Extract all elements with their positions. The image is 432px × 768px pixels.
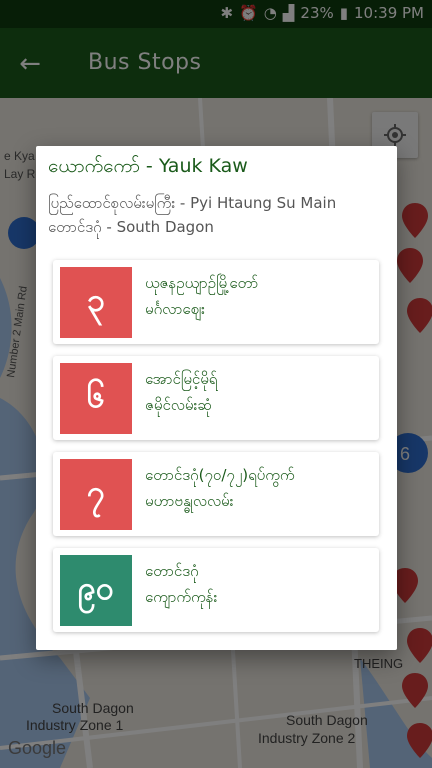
route-card[interactable]: ၆ အောင်မြင့်မိုရ် ဇမိုင်လမ်းဆုံ xyxy=(53,356,379,440)
route-number-badge: ၉၀ xyxy=(60,555,132,626)
route-number-badge: ၃ xyxy=(60,267,132,338)
route-destination: မဟာဗန္ဓုလလမ်း xyxy=(145,492,234,510)
route-card[interactable]: ၉၀ တောင်ဒဂုံ ကျောက်ကုန်း xyxy=(53,548,379,632)
stop-township: တောင်ဒဂုံ - South Dagon xyxy=(48,218,214,236)
route-card[interactable]: ၃ ယုဇနဥယျာဉ်မြို့တော် မင်္ဂလာဈေး xyxy=(53,260,379,344)
route-card[interactable]: ၇ တောင်ဒဂုံ(၇၀/၇၂)ရပ်ကွက် မဟာဗန္ဓုလလမ်း xyxy=(53,452,379,536)
route-destination: ဇမိုင်လမ်းဆုံ xyxy=(145,396,212,414)
route-number-badge: ၇ xyxy=(60,459,132,530)
route-destination: ကျောက်ကုန်း xyxy=(145,588,218,606)
stop-title: ယောက်ကော် - Yauk Kaw xyxy=(48,155,248,177)
route-origin: ယုဇနဥယျာဉ်မြို့တော် xyxy=(145,274,259,292)
route-number-badge: ၆ xyxy=(60,363,132,434)
route-origin: တောင်ဒဂုံ xyxy=(145,562,199,580)
route-destination: မင်္ဂလာဈေး xyxy=(145,300,205,318)
bus-stop-dialog: ယောက်ကော် - Yauk Kaw ပြည်ထောင်စုလမ်းမကြီ… xyxy=(36,146,397,650)
route-origin: တောင်ဒဂုံ(၇၀/၇၂)ရပ်ကွက် xyxy=(145,466,295,484)
stop-road: ပြည်ထောင်စုလမ်းမကြီး - Pyi Htaung Su Mai… xyxy=(48,194,337,212)
route-origin: အောင်မြင့်မိုရ် xyxy=(145,370,218,388)
